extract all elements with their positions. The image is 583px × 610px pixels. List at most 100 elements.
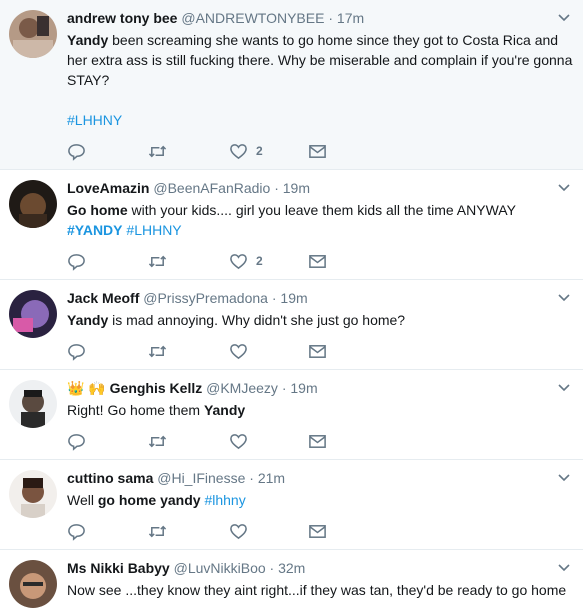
text-run: been screaming she wants to go home sinc…	[67, 32, 573, 88]
direct-message-button[interactable]	[308, 141, 327, 161]
separator: ·	[328, 10, 334, 26]
avatar[interactable]	[9, 560, 57, 608]
chevron-down-icon[interactable]	[557, 470, 571, 484]
reply-icon	[68, 343, 85, 361]
reply-button[interactable]	[67, 341, 86, 361]
tweet-actions	[67, 341, 367, 361]
text-run: Well	[67, 492, 98, 508]
like-count: 2	[256, 144, 263, 158]
text-run: with your kids.... girl you leave them k…	[127, 202, 516, 218]
heart-icon	[230, 523, 247, 539]
retweet-icon	[148, 345, 167, 357]
fullname[interactable]: Jack Meoff	[67, 290, 139, 306]
direct-message-button[interactable]	[308, 521, 327, 541]
tweet[interactable]: 👑 🙌 Genghis Kellz @KMJeezy · 19m Right! …	[0, 370, 583, 460]
envelope-icon	[309, 524, 326, 538]
tweet-header: Ms Nikki Babyy @LuvNikkiBoo · 32m	[67, 558, 573, 578]
retweet-icon	[148, 255, 167, 267]
retweet-icon	[148, 525, 167, 537]
tweet-header: LoveAmazin @BeenAFanRadio · 19m	[67, 178, 573, 198]
like-button[interactable]	[229, 431, 248, 451]
timeline: andrew tony bee @ANDREWTONYBEE · 17m Yan…	[0, 0, 583, 610]
reply-icon	[68, 433, 85, 451]
username[interactable]: @KMJeezy	[206, 380, 278, 396]
separator: ·	[271, 290, 277, 306]
chevron-down-icon[interactable]	[557, 180, 571, 194]
envelope-icon	[309, 144, 326, 158]
hashtag-link[interactable]: #YANDY	[67, 222, 123, 238]
avatar[interactable]	[9, 180, 57, 228]
chevron-down-icon[interactable]	[557, 10, 571, 24]
like-button[interactable]: 2	[229, 141, 263, 161]
retweet-icon	[148, 435, 167, 447]
tweet[interactable]: cuttino sama @Hi_IFinesse · 21m Well go …	[0, 460, 583, 550]
direct-message-button[interactable]	[308, 431, 327, 451]
text-run: Now see ...they know they aint right...i…	[67, 582, 567, 598]
fullname[interactable]: LoveAmazin	[67, 180, 149, 196]
reply-button[interactable]	[67, 521, 86, 541]
timestamp[interactable]: 17m	[337, 10, 364, 26]
chevron-down-icon[interactable]	[557, 380, 571, 394]
timestamp[interactable]: 19m	[283, 180, 310, 196]
username[interactable]: @LuvNikkiBoo	[174, 560, 266, 576]
chevron-down-icon[interactable]	[557, 290, 571, 304]
retweet-icon	[148, 145, 167, 157]
like-button[interactable]	[229, 521, 248, 541]
tweet[interactable]: andrew tony bee @ANDREWTONYBEE · 17m Yan…	[0, 0, 583, 170]
timestamp[interactable]: 19m	[290, 380, 317, 396]
avatar[interactable]	[9, 470, 57, 518]
direct-message-button[interactable]	[308, 251, 327, 271]
direct-message-button[interactable]	[308, 341, 327, 361]
tweet[interactable]: Ms Nikki Babyy @LuvNikkiBoo · 32m Now se…	[0, 550, 583, 610]
tweet[interactable]: LoveAmazin @BeenAFanRadio · 19m Go home …	[0, 170, 583, 280]
fullname[interactable]: andrew tony bee	[67, 10, 177, 26]
like-button[interactable]	[229, 341, 248, 361]
fullname[interactable]: Ms Nikki Babyy	[67, 560, 170, 576]
avatar[interactable]	[9, 10, 57, 58]
chevron-down-icon[interactable]	[557, 560, 571, 574]
reply-icon	[68, 523, 85, 541]
fullname[interactable]: Genghis Kellz	[110, 380, 203, 396]
hashtag-link[interactable]: #LHHNY	[67, 112, 122, 128]
like-count: 2	[256, 254, 263, 268]
retweet-button[interactable]	[148, 141, 167, 161]
tweet-text: Go home with your kids.... girl you leav…	[67, 200, 573, 240]
timestamp[interactable]: 19m	[280, 290, 307, 306]
username[interactable]: @ANDREWTONYBEE	[181, 10, 324, 26]
tweet-header: cuttino sama @Hi_IFinesse · 21m	[67, 468, 573, 488]
tweet-text: Yandy is mad annoying. Why didn't she ju…	[67, 310, 573, 330]
hashtag-link[interactable]: #LHHNY	[126, 222, 181, 238]
highlight-word: Yandy	[67, 32, 109, 48]
username[interactable]: @Hi_IFinesse	[157, 470, 245, 486]
reply-icon	[68, 253, 85, 271]
highlight-word: go home yandy	[97, 492, 201, 508]
tweet-actions: 2	[67, 251, 367, 271]
tweet-header: 👑 🙌 Genghis Kellz @KMJeezy · 19m	[67, 378, 573, 398]
reply-button[interactable]	[67, 431, 86, 451]
retweet-button[interactable]	[148, 251, 167, 271]
reply-button[interactable]	[67, 251, 86, 271]
retweet-button[interactable]	[148, 521, 167, 541]
text-run: is mad annoying. Why didn't she just go …	[108, 312, 406, 328]
like-button[interactable]: 2	[229, 251, 263, 271]
separator: ·	[249, 470, 254, 486]
reply-icon	[68, 143, 85, 161]
avatar[interactable]	[9, 380, 57, 428]
timestamp[interactable]: 32m	[278, 560, 305, 576]
username[interactable]: @BeenAFanRadio	[153, 180, 270, 196]
tweet-actions: 2	[67, 141, 367, 161]
highlight-word: Yandy	[203, 402, 246, 418]
avatar[interactable]	[9, 290, 57, 338]
envelope-icon	[309, 434, 326, 448]
fullname[interactable]: cuttino sama	[67, 470, 153, 486]
tweet[interactable]: Jack Meoff @PrissyPremadona · 19m Yandy …	[0, 280, 583, 370]
hashtag-link[interactable]: #lhhny	[204, 492, 245, 508]
retweet-button[interactable]	[148, 341, 167, 361]
tweet-text: Now see ...they know they aint right...i…	[67, 580, 573, 600]
timestamp[interactable]: 21m	[258, 470, 285, 486]
separator: ·	[269, 560, 275, 576]
username[interactable]: @PrissyPremadona	[143, 290, 268, 306]
retweet-button[interactable]	[148, 431, 167, 451]
reply-button[interactable]	[67, 141, 86, 161]
heart-icon	[230, 343, 247, 359]
